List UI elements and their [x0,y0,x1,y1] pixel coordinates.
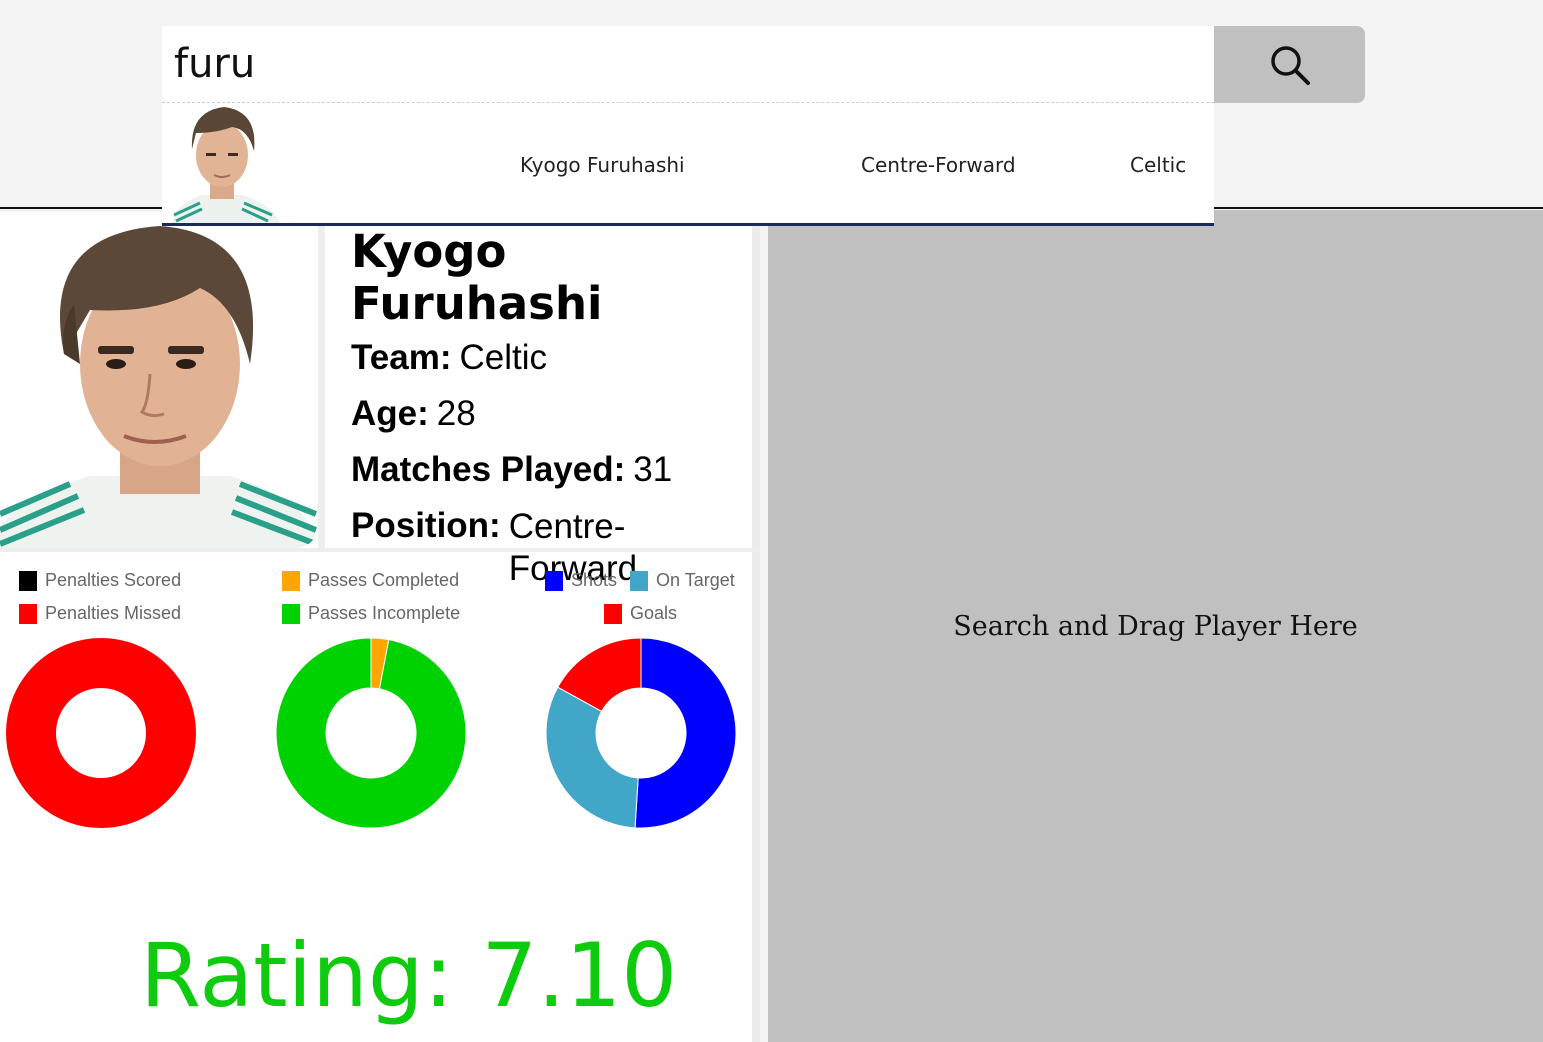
player-info: Kyogo Furuhashi Team: Celtic Age: 28 Mat… [351,226,751,606]
legend-penalties-scored[interactable]: Penalties Scored [19,570,181,591]
player-thumbnail [162,103,282,223]
player-rating: Rating: 7.10 [140,924,677,1027]
rating-label: Rating: [140,924,454,1027]
dropzone-text: Search and Drag Player Here [953,610,1358,642]
player-name: Kyogo Furuhashi [351,225,603,330]
comparison-dropzone[interactable]: Search and Drag Player Here [768,210,1543,1042]
team-label: Team: [351,338,452,377]
suggestion-name: Kyogo Furuhashi [520,153,685,177]
player-card[interactable]: Kyogo Furuhashi Team: Celtic Age: 28 Mat… [0,212,760,1042]
shots-donut-chart[interactable] [546,638,736,828]
legend-swatch [282,603,300,624]
legend-passes-completed[interactable]: Passes Completed [282,570,459,591]
age-row: Age: 28 [351,394,751,434]
legend-swatch [604,603,622,624]
team-row: Team: Celtic [351,338,751,378]
legend-penalties-missed[interactable]: Penalties Missed [19,603,181,624]
search-input[interactable] [162,26,1214,103]
search-bar [162,26,1365,103]
penalties-donut-chart[interactable] [6,638,196,828]
legend-swatch [19,570,37,591]
legend-label: Passes Incomplete [308,603,461,623]
legend-goals[interactable]: Goals [604,603,677,624]
legend-label: Shots [571,570,618,590]
divider [318,222,325,548]
search-icon [1270,45,1310,85]
matches-value: 31 [633,450,673,489]
legend-swatch [545,570,563,591]
passes-donut-chart[interactable] [276,638,466,828]
position-value-line1: Centre- [508,507,626,546]
slice-on-target[interactable] [546,686,639,828]
legend-label: Goals [630,603,678,623]
age-label: Age: [351,394,429,433]
slice-shots[interactable] [634,638,736,828]
legend-passes-incomplete[interactable]: Passes Incomplete [282,603,460,624]
slice-penalties-missed[interactable] [6,638,196,828]
search-button[interactable] [1214,26,1365,103]
legend-on-target[interactable]: On Target [630,570,735,591]
legend-swatch [19,603,37,624]
age-value: 28 [436,394,476,433]
matches-label: Matches Played: [351,450,626,489]
slice-passes-incomplete[interactable] [276,638,466,828]
legend-label: On Target [656,570,735,590]
legend-swatch [630,570,648,591]
suggestion-team: Celtic [1130,153,1187,177]
legend-swatch [282,570,300,591]
rating-value: 7.10 [481,924,678,1027]
legend-label: Penalties Missed [45,603,182,623]
team-value: Celtic [459,338,548,377]
matches-row: Matches Played: 31 [351,450,751,490]
player-photo [0,214,318,548]
legend-label: Penalties Scored [45,570,182,590]
suggestion-item[interactable]: Kyogo Furuhashi Centre-Forward Celtic [162,103,1214,226]
legend-label: Passes Completed [308,570,460,590]
legend-shots[interactable]: Shots [545,570,617,591]
suggestion-position: Centre-Forward [861,153,1016,177]
